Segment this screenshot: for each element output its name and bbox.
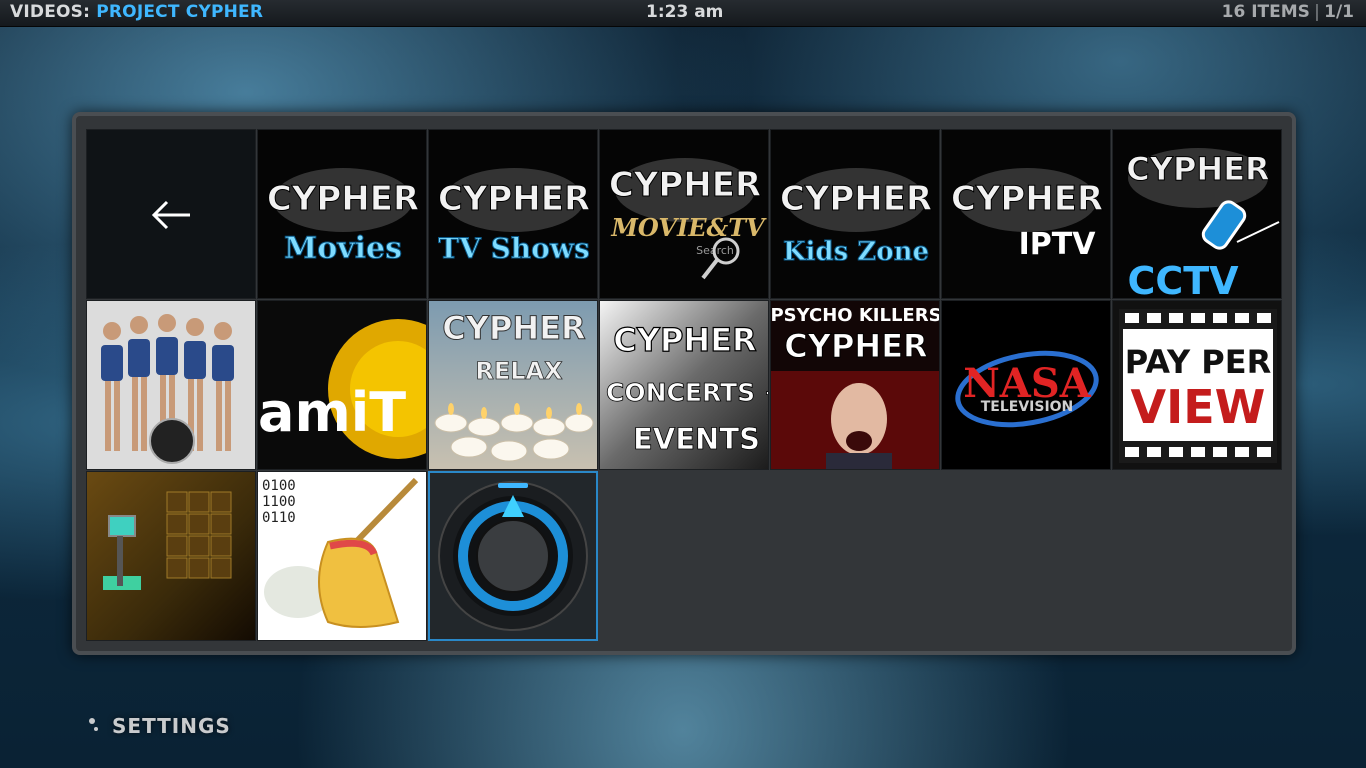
cypher-iptv-logo: CYPHER IPTV: [950, 168, 1104, 262]
separator: |: [1313, 2, 1321, 22]
tile-nasa-tv[interactable]: NASA TELEVISION: [941, 300, 1111, 470]
breadcrumb-section: VIDEOS:: [10, 2, 91, 22]
tile-cypher-tv-shows[interactable]: CYPHER TV Shows: [428, 129, 598, 299]
tile-label: CCTV: [1127, 259, 1239, 299]
page-indicator: 1/1: [1324, 2, 1354, 22]
tile-label: MOVIE&TV: [610, 213, 767, 242]
settings-label: SETTINGS: [112, 714, 231, 738]
tile-label: CONCERTS +: [606, 378, 769, 407]
cypher-word: CYPHER: [613, 321, 756, 359]
tile-label: IPTV: [1019, 227, 1097, 262]
breadcrumb-title: PROJECT CYPHER: [96, 2, 264, 22]
top-header-bar: VIDEOS: PROJECT CYPHER 1:23 am 16 ITEMS |…: [0, 0, 1366, 27]
tile-cypher-movies[interactable]: CYPHER Movies: [257, 129, 427, 299]
nasa-tv-logo: NASA TELEVISION: [955, 350, 1099, 428]
binary-line: 0110: [262, 510, 296, 526]
group-photo: [87, 301, 255, 469]
tile-label: PSYCHO KILLERS: [771, 305, 940, 326]
binary-line: 0100: [262, 478, 296, 494]
cypher-word: CYPHER: [951, 179, 1103, 219]
tile-cypher-cctv[interactable]: CYPHER CCTV: [1112, 129, 1282, 299]
tile-pay-per-view[interactable]: PAY PER VIEW: [1112, 300, 1282, 470]
item-count: 16 ITEMS | 1/1: [1222, 2, 1354, 22]
settings-button[interactable]: SETTINGS: [86, 714, 231, 738]
tile-cypher-kids-zone[interactable]: CYPHER Kids Zone: [770, 129, 940, 299]
settings-dots-icon: [89, 718, 98, 731]
cypher-word: CYPHER: [780, 179, 932, 219]
tile-label: Movies: [284, 231, 402, 266]
tile-label: PAY PER: [1125, 343, 1271, 381]
broom-icon: 0100 1100 0110: [258, 472, 426, 640]
cypher-word: CYPHER: [438, 179, 590, 219]
tile-sublabel: VIEW: [1131, 380, 1266, 434]
binary-line: 1100: [262, 494, 296, 510]
tile-amitv[interactable]: amiT: [257, 300, 427, 470]
ball-logo: [149, 418, 195, 464]
tile-cypher-relax[interactable]: CYPHER RELAX: [428, 300, 598, 470]
back-arrow-icon: [151, 200, 190, 230]
dial-icon: [438, 481, 588, 631]
tile-settings-dial[interactable]: [428, 471, 598, 641]
cypher-word: CYPHER: [267, 179, 419, 219]
tile-label: RELAX: [475, 357, 563, 385]
clock: 1:23 am: [646, 2, 724, 22]
tile-vault[interactable]: [86, 471, 256, 641]
cypher-movies-logo: CYPHER Movies: [266, 168, 420, 267]
psycho-killers-logo: PSYCHO KILLERS CYPHER: [771, 301, 940, 469]
cypher-word: CYPHER: [1126, 150, 1269, 188]
cypher-relax-logo: CYPHER RELAX: [429, 301, 597, 469]
tile-psycho-killers[interactable]: PSYCHO KILLERS CYPHER: [770, 300, 940, 470]
tile-cypher-concerts[interactable]: CYPHER CONCERTS + EVENTS: [599, 300, 769, 470]
tile-label: Kids Zone: [783, 237, 929, 267]
tile-cypher-search[interactable]: CYPHER MOVIE&TV Search: [599, 129, 769, 299]
cypher-word: CYPHER: [609, 165, 761, 205]
addon-grid-panel: CYPHER Movies CYPHER TV Shows CYPHER MOV…: [72, 112, 1296, 655]
vault-scene: [87, 472, 255, 640]
back-tile[interactable]: [86, 129, 256, 299]
cypher-concerts-logo: CYPHER CONCERTS + EVENTS: [600, 301, 769, 469]
cypher-word: CYPHER: [784, 327, 927, 365]
tile-sublabel: EVENTS: [633, 422, 760, 456]
cypher-word: CYPHER: [442, 309, 585, 347]
item-count-label: 16 ITEMS: [1221, 2, 1310, 22]
breadcrumb: VIDEOS: PROJECT CYPHER: [10, 2, 263, 22]
tile-label: amiT: [258, 381, 406, 444]
cypher-tv-shows-logo: CYPHER TV Shows: [437, 168, 591, 266]
pay-per-view-logo: PAY PER VIEW: [1119, 309, 1277, 463]
tile-photo-team[interactable]: [86, 300, 256, 470]
tile-cypher-iptv[interactable]: CYPHER IPTV: [941, 129, 1111, 299]
cypher-cctv-logo: CYPHER CCTV: [1126, 148, 1280, 299]
amitv-logo: amiT: [258, 319, 426, 459]
cypher-kids-zone-logo: CYPHER Kids Zone: [779, 168, 933, 268]
tile-label: TV Shows: [438, 232, 589, 265]
terminal-icon: [108, 515, 136, 537]
cypher-search-logo: CYPHER MOVIE&TV Search: [608, 158, 767, 280]
tile-maintenance[interactable]: 0100 1100 0110: [257, 471, 427, 641]
tile-sublabel: TELEVISION: [981, 399, 1074, 415]
